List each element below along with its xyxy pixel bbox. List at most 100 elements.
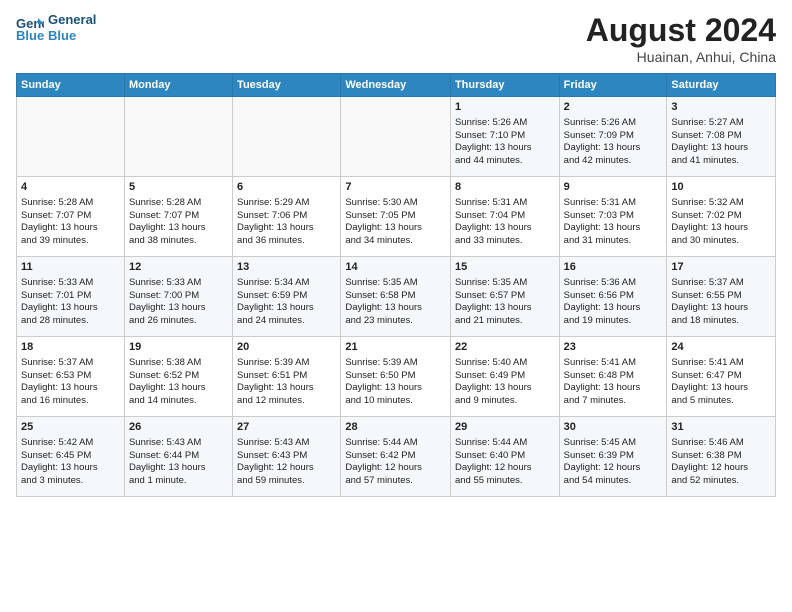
calendar-cell: 8Sunrise: 5:31 AMSunset: 7:04 PMDaylight… <box>450 177 559 257</box>
day-content-line: Sunrise: 5:28 AM <box>129 197 228 210</box>
day-content-line: and 1 minute. <box>129 475 228 488</box>
day-content-line: Sunset: 6:40 PM <box>455 450 555 463</box>
calendar-cell: 15Sunrise: 5:35 AMSunset: 6:57 PMDayligh… <box>450 257 559 337</box>
day-content-line: Sunrise: 5:30 AM <box>345 197 446 210</box>
day-number: 26 <box>129 420 228 435</box>
calendar-cell: 13Sunrise: 5:34 AMSunset: 6:59 PMDayligh… <box>233 257 341 337</box>
day-content-line: Sunset: 6:59 PM <box>237 290 336 303</box>
calendar-cell: 17Sunrise: 5:37 AMSunset: 6:55 PMDayligh… <box>667 257 776 337</box>
logo-text-blue: Blue <box>48 28 96 44</box>
logo: General Blue General Blue <box>16 12 96 43</box>
day-content-line: Daylight: 12 hours <box>671 462 771 475</box>
calendar-cell <box>124 97 232 177</box>
day-content-line: and 26 minutes. <box>129 315 228 328</box>
day-content-line: Sunrise: 5:36 AM <box>564 277 663 290</box>
day-content-line: Sunrise: 5:34 AM <box>237 277 336 290</box>
day-content-line: Daylight: 13 hours <box>129 302 228 315</box>
calendar-cell: 28Sunrise: 5:44 AMSunset: 6:42 PMDayligh… <box>341 417 451 497</box>
day-content-line: and 18 minutes. <box>671 315 771 328</box>
day-number: 28 <box>345 420 446 435</box>
day-content-line: and 54 minutes. <box>564 475 663 488</box>
day-content-line: Daylight: 12 hours <box>564 462 663 475</box>
day-content-line: and 36 minutes. <box>237 235 336 248</box>
day-content-line: Sunrise: 5:26 AM <box>455 117 555 130</box>
calendar-cell: 5Sunrise: 5:28 AMSunset: 7:07 PMDaylight… <box>124 177 232 257</box>
day-content-line: Sunset: 7:03 PM <box>564 210 663 223</box>
day-content-line: and 24 minutes. <box>237 315 336 328</box>
day-content-line: Sunrise: 5:35 AM <box>345 277 446 290</box>
day-content-line: Sunset: 6:50 PM <box>345 370 446 383</box>
day-content-line: and 39 minutes. <box>21 235 120 248</box>
calendar-cell: 1Sunrise: 5:26 AMSunset: 7:10 PMDaylight… <box>450 97 559 177</box>
day-content-line: Sunset: 7:07 PM <box>21 210 120 223</box>
calendar-cell: 29Sunrise: 5:44 AMSunset: 6:40 PMDayligh… <box>450 417 559 497</box>
day-content-line: Sunset: 6:53 PM <box>21 370 120 383</box>
day-content-line: Sunset: 7:08 PM <box>671 130 771 143</box>
day-content-line: and 5 minutes. <box>671 395 771 408</box>
day-number: 31 <box>671 420 771 435</box>
logo-text-general: General <box>48 12 96 28</box>
day-content-line: Daylight: 13 hours <box>345 382 446 395</box>
day-content-line: and 10 minutes. <box>345 395 446 408</box>
day-content-line: Daylight: 13 hours <box>671 382 771 395</box>
day-content-line: and 34 minutes. <box>345 235 446 248</box>
day-content-line: Daylight: 13 hours <box>237 382 336 395</box>
day-content-line: Daylight: 13 hours <box>21 462 120 475</box>
day-number: 2 <box>564 100 663 115</box>
day-content-line: and 23 minutes. <box>345 315 446 328</box>
calendar-cell: 14Sunrise: 5:35 AMSunset: 6:58 PMDayligh… <box>341 257 451 337</box>
day-content-line: Sunset: 7:07 PM <box>129 210 228 223</box>
day-content-line: Daylight: 13 hours <box>21 222 120 235</box>
day-content-line: Sunrise: 5:45 AM <box>564 437 663 450</box>
day-number: 19 <box>129 340 228 355</box>
calendar-week-row: 18Sunrise: 5:37 AMSunset: 6:53 PMDayligh… <box>17 337 776 417</box>
calendar-title: August 2024 <box>586 12 776 49</box>
day-content-line: Sunset: 6:47 PM <box>671 370 771 383</box>
day-content-line: Sunset: 7:04 PM <box>455 210 555 223</box>
day-content-line: Daylight: 13 hours <box>455 142 555 155</box>
day-content-line: Sunset: 6:58 PM <box>345 290 446 303</box>
day-content-line: Sunset: 7:05 PM <box>345 210 446 223</box>
day-content-line: Sunset: 6:51 PM <box>237 370 336 383</box>
day-content-line: Sunset: 7:09 PM <box>564 130 663 143</box>
day-content-line: and 41 minutes. <box>671 155 771 168</box>
day-content-line: Sunset: 6:48 PM <box>564 370 663 383</box>
day-content-line: and 7 minutes. <box>564 395 663 408</box>
day-header-sunday: Sunday <box>17 74 125 97</box>
day-content-line: Sunrise: 5:31 AM <box>455 197 555 210</box>
day-content-line: Daylight: 13 hours <box>671 142 771 155</box>
day-content-line: Daylight: 13 hours <box>564 142 663 155</box>
day-number: 9 <box>564 180 663 195</box>
day-content-line: Daylight: 13 hours <box>21 382 120 395</box>
day-content-line: Daylight: 12 hours <box>455 462 555 475</box>
day-content-line: Sunrise: 5:43 AM <box>237 437 336 450</box>
calendar-cell: 21Sunrise: 5:39 AMSunset: 6:50 PMDayligh… <box>341 337 451 417</box>
day-content-line: Sunrise: 5:35 AM <box>455 277 555 290</box>
calendar-cell: 25Sunrise: 5:42 AMSunset: 6:45 PMDayligh… <box>17 417 125 497</box>
calendar-cell: 10Sunrise: 5:32 AMSunset: 7:02 PMDayligh… <box>667 177 776 257</box>
day-header-thursday: Thursday <box>450 74 559 97</box>
day-header-monday: Monday <box>124 74 232 97</box>
calendar-cell <box>341 97 451 177</box>
day-content-line: Sunset: 6:42 PM <box>345 450 446 463</box>
day-number: 4 <box>21 180 120 195</box>
day-content-line: and 16 minutes. <box>21 395 120 408</box>
title-block: August 2024 Huainan, Anhui, China <box>586 12 776 65</box>
calendar-cell <box>233 97 341 177</box>
day-content-line: Daylight: 13 hours <box>345 222 446 235</box>
header: General Blue General Blue August 2024 Hu… <box>16 12 776 65</box>
day-content-line: Sunset: 7:01 PM <box>21 290 120 303</box>
day-content-line: Sunrise: 5:41 AM <box>671 357 771 370</box>
day-number: 16 <box>564 260 663 275</box>
day-content-line: Sunrise: 5:43 AM <box>129 437 228 450</box>
day-content-line: Sunset: 6:43 PM <box>237 450 336 463</box>
day-content-line: and 31 minutes. <box>564 235 663 248</box>
day-number: 1 <box>455 100 555 115</box>
day-content-line: Daylight: 13 hours <box>237 222 336 235</box>
day-content-line: Sunrise: 5:39 AM <box>237 357 336 370</box>
day-content-line: Sunrise: 5:28 AM <box>21 197 120 210</box>
day-content-line: Sunrise: 5:37 AM <box>21 357 120 370</box>
svg-text:Blue: Blue <box>16 28 44 42</box>
day-content-line: Daylight: 13 hours <box>455 302 555 315</box>
day-content-line: Sunset: 6:57 PM <box>455 290 555 303</box>
